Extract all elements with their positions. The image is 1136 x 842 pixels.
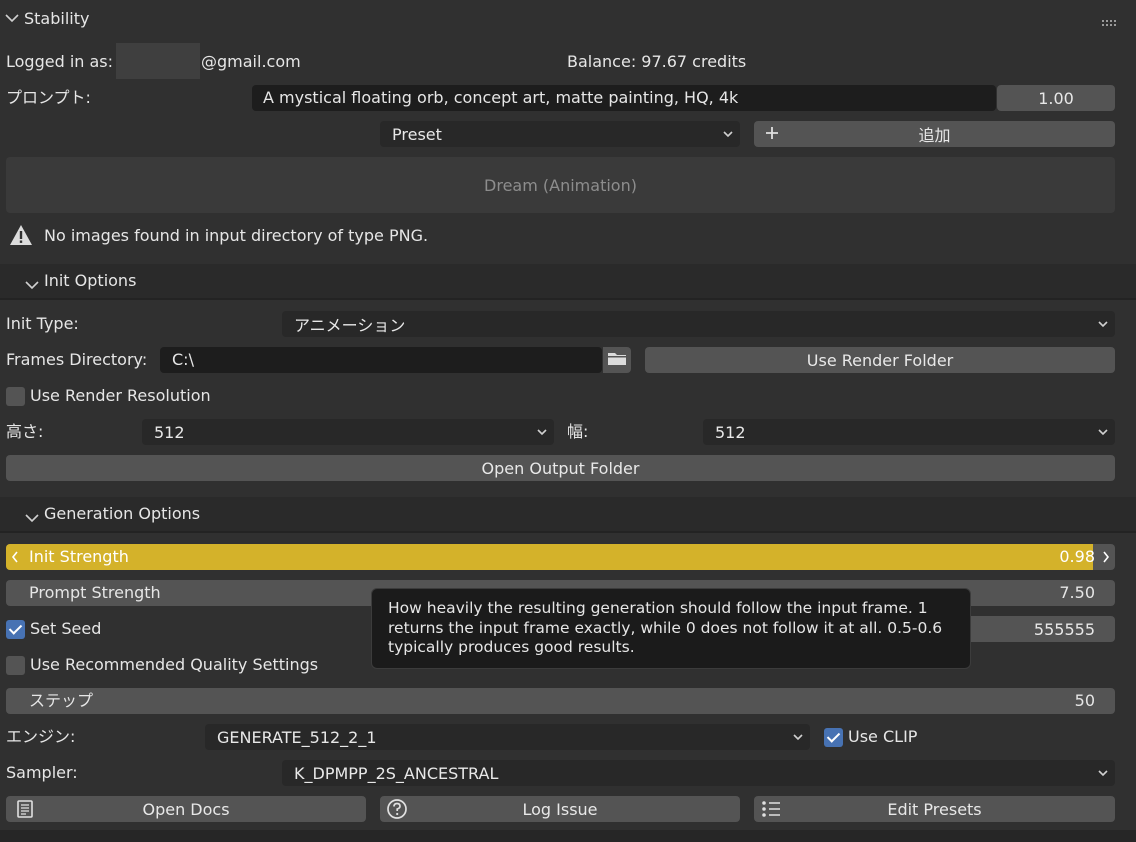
sampler-value: K_DPMPP_2S_ANCESTRAL: [294, 763, 499, 783]
init-type-label: Init Type:: [6, 314, 79, 333]
width-dropdown[interactable]: 512: [703, 419, 1115, 445]
add-preset-button[interactable]: 追加: [754, 121, 1115, 147]
warning-text: No images found in input directory of ty…: [44, 226, 429, 245]
recommended-quality-checkbox[interactable]: [6, 656, 25, 675]
edit-presets-label: Edit Presets: [887, 799, 982, 819]
chevron-down-icon[interactable]: [5, 8, 19, 23]
warning-icon: [9, 224, 33, 250]
open-docs-button[interactable]: Open Docs: [6, 796, 366, 822]
panel-title: Stability: [24, 9, 90, 28]
width-label: 幅:: [567, 422, 589, 441]
stability-panel: Stability Logged in as: @gmail.com Balan…: [0, 0, 1136, 842]
height-value: 512: [154, 422, 185, 442]
use-render-resolution-label: Use Render Resolution: [30, 386, 211, 405]
open-output-folder-label: Open Output Folder: [481, 458, 640, 478]
logged-in-label: Logged in as:: [6, 52, 114, 71]
steps-slider[interactable]: ステップ 50: [6, 688, 1115, 714]
init-type-value: アニメーション: [294, 316, 406, 335]
sampler-dropdown[interactable]: K_DPMPP_2S_ANCESTRAL: [282, 760, 1115, 786]
open-docs-label: Open Docs: [142, 799, 230, 819]
list-icon: [760, 799, 782, 823]
generation-options-header[interactable]: Generation Options: [0, 497, 1136, 531]
viewport-edge: [0, 830, 1136, 842]
preset-selected: Preset: [392, 124, 442, 144]
section-divider: [0, 298, 1136, 300]
drag-grip-icon[interactable]: [1101, 12, 1119, 26]
init-strength-value: 0.98: [1059, 547, 1095, 566]
add-preset-label: 追加: [918, 126, 951, 145]
use-render-folder-label: Use Render Folder: [806, 350, 954, 370]
prompt-weight-value: 1.00: [1038, 88, 1074, 108]
section-divider: [0, 531, 1136, 533]
use-clip-checkbox[interactable]: [824, 728, 843, 747]
use-clip-label: Use CLIP: [848, 727, 918, 746]
init-strength-fill: [6, 544, 1093, 570]
decrement-arrow-icon[interactable]: [10, 549, 20, 569]
engine-label: エンジン:: [6, 727, 76, 746]
chevron-down-icon: [722, 125, 734, 147]
prompt-weight-field[interactable]: 1.00: [997, 85, 1115, 111]
frames-directory-value: C:\: [172, 350, 194, 369]
panel-header[interactable]: Stability: [0, 0, 1136, 38]
frames-directory-label: Frames Directory:: [6, 350, 148, 369]
generation-options-title: Generation Options: [44, 504, 201, 523]
email-suffix: @gmail.com: [201, 52, 301, 71]
prompt-text: A mystical floating orb, concept art, ma…: [263, 88, 739, 107]
edit-presets-button[interactable]: Edit Presets: [754, 796, 1115, 822]
redacted-email-block: [116, 43, 200, 79]
width-value: 512: [715, 422, 746, 442]
prompt-input[interactable]: A mystical floating orb, concept art, ma…: [252, 85, 996, 111]
init-strength-tooltip: How heavily the resulting generation sho…: [371, 588, 971, 669]
log-issue-label: Log Issue: [522, 799, 598, 819]
dream-button-label: Dream (Animation): [484, 175, 637, 195]
folder-icon: [607, 350, 627, 370]
init-options-title: Init Options: [44, 271, 137, 290]
dream-button[interactable]: Dream (Animation): [6, 157, 1115, 213]
chevron-down-icon: [792, 728, 804, 750]
engine-dropdown[interactable]: GENERATE_512_2_1: [205, 724, 810, 750]
init-type-dropdown[interactable]: アニメーション: [282, 311, 1115, 337]
seed-value: 555555: [1033, 619, 1095, 639]
chevron-down-icon: [25, 275, 39, 294]
open-output-folder-button[interactable]: Open Output Folder: [6, 455, 1115, 481]
recommended-quality-label: Use Recommended Quality Settings: [30, 655, 319, 674]
balance-text: Balance: 97.67 credits: [567, 52, 747, 71]
set-seed-checkbox[interactable]: [6, 620, 25, 639]
log-issue-button[interactable]: Log Issue: [380, 796, 740, 822]
document-icon: [15, 799, 35, 823]
use-render-resolution-checkbox[interactable]: [6, 387, 25, 406]
prompt-strength-value: 7.50: [1059, 583, 1095, 602]
chevron-down-icon: [1097, 423, 1109, 445]
increment-arrow-icon[interactable]: [1101, 549, 1111, 569]
height-label: 高さ:: [6, 422, 44, 441]
init-strength-label: Init Strength: [29, 547, 129, 566]
init-strength-slider[interactable]: Init Strength 0.98: [6, 544, 1115, 570]
prompt-label: プロンプト:: [6, 88, 91, 107]
prompt-strength-label: Prompt Strength: [29, 583, 161, 602]
height-dropdown[interactable]: 512: [142, 419, 554, 445]
browse-folder-button[interactable]: [603, 347, 631, 373]
engine-value: GENERATE_512_2_1: [217, 727, 377, 747]
plus-icon: [764, 125, 780, 145]
init-options-header[interactable]: Init Options: [0, 264, 1136, 298]
steps-value: 50: [1074, 691, 1095, 710]
frames-directory-input[interactable]: C:\: [160, 347, 602, 373]
sampler-label: Sampler:: [6, 763, 78, 782]
steps-label: ステップ: [29, 691, 94, 710]
chevron-down-icon: [25, 508, 39, 527]
chevron-down-icon: [1097, 764, 1109, 786]
question-icon: [386, 798, 408, 824]
use-render-folder-button[interactable]: Use Render Folder: [645, 347, 1115, 373]
preset-dropdown[interactable]: Preset: [380, 121, 740, 147]
chevron-down-icon: [1097, 315, 1109, 337]
chevron-down-icon: [536, 423, 548, 445]
set-seed-label: Set Seed: [30, 619, 102, 638]
